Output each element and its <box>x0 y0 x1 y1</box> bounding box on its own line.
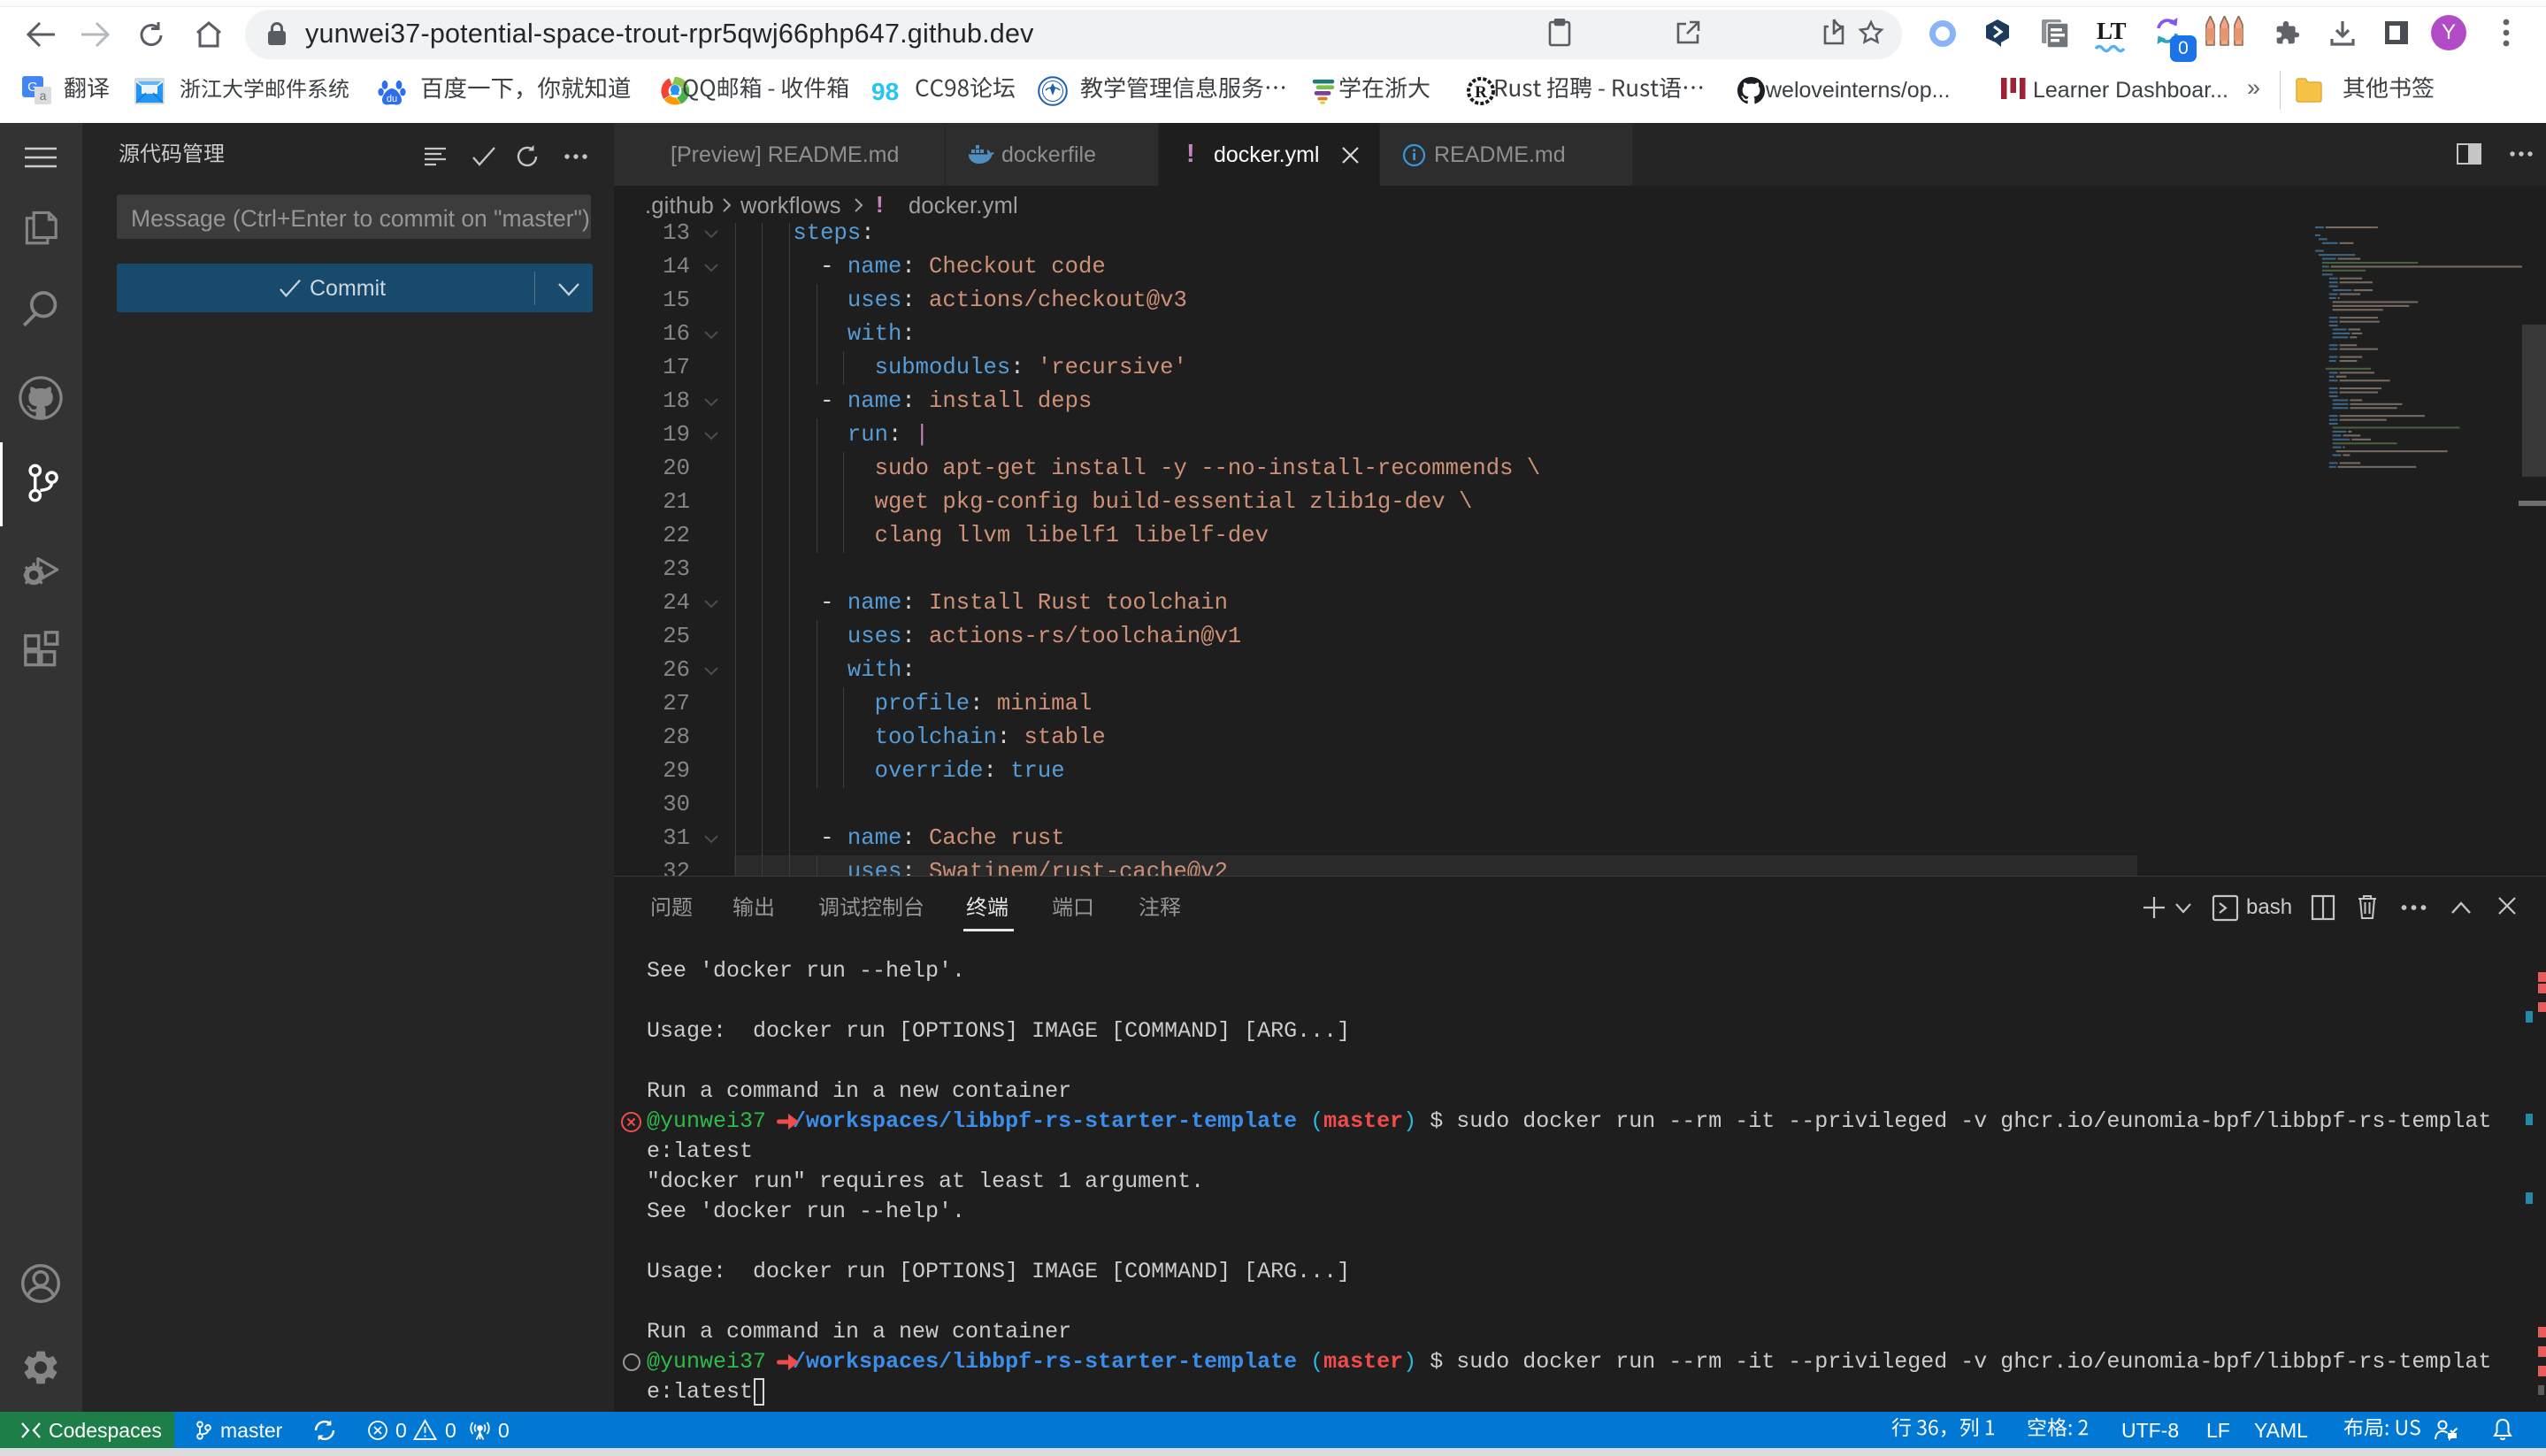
svg-text:R: R <box>1475 83 1487 102</box>
svg-text:a: a <box>40 88 47 103</box>
svg-text:98: 98 <box>871 78 899 104</box>
svg-text:du: du <box>387 94 397 104</box>
